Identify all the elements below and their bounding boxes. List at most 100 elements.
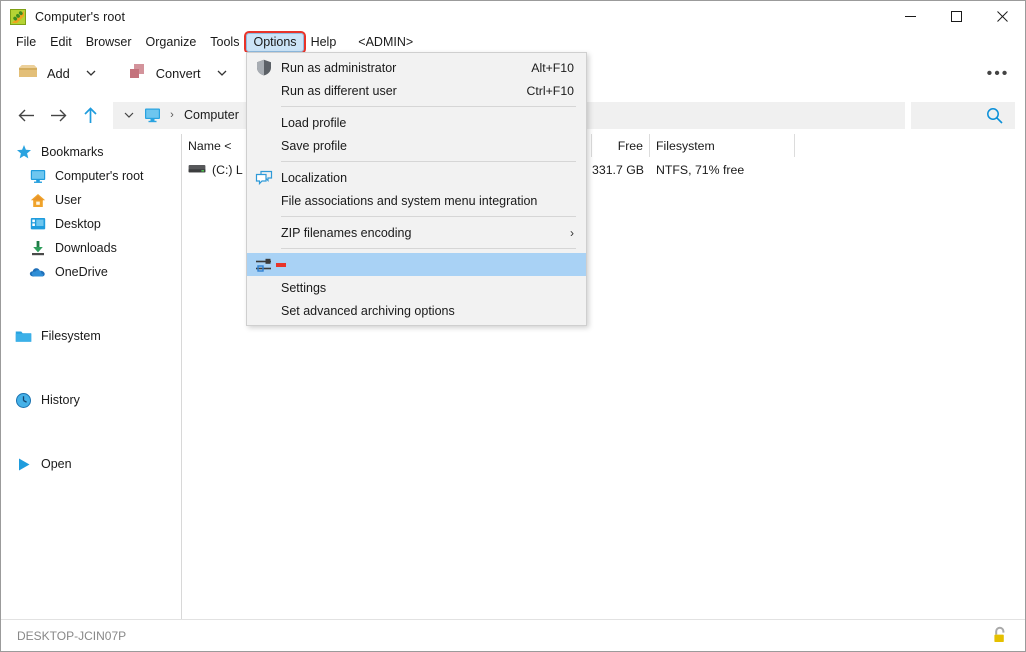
- sidebar-item-downloads[interactable]: Downloads: [1, 236, 181, 260]
- add-dropdown-button[interactable]: [78, 57, 104, 91]
- folder-icon: [15, 328, 32, 345]
- up-arrow-icon: [83, 107, 98, 124]
- convert-dropdown-button[interactable]: [209, 57, 235, 91]
- sidebar-spacer: [1, 304, 181, 324]
- sidebar: Bookmarks Computer's root: [1, 134, 182, 619]
- menu-admin[interactable]: <ADMIN>: [351, 33, 420, 52]
- breadcrumb-path: Computer: [180, 108, 243, 122]
- peazip-icon: [10, 9, 26, 25]
- menu-item-label: Load profile: [281, 116, 346, 130]
- menu-item-label: File associations and system menu integr…: [281, 194, 537, 208]
- status-hostname: DESKTOP-JCIN07P: [17, 629, 126, 643]
- application-window: Computer's root File Edit B: [0, 0, 1026, 652]
- chevron-down-icon: [124, 112, 134, 119]
- window-title: Computer's root: [35, 10, 125, 24]
- column-header-6[interactable]: [795, 134, 1025, 157]
- sidebar-item-filesystem[interactable]: Filesystem: [1, 324, 181, 348]
- menu-item-set-advanced-extraction-options[interactable]: Set advanced archiving options: [247, 299, 586, 322]
- menu-separator: [281, 216, 576, 217]
- cell-free: 331.7 GB: [592, 158, 650, 182]
- toolbar-overflow-button[interactable]: •••: [983, 59, 1013, 89]
- sidebar-spacer: [1, 284, 181, 304]
- star-icon: [15, 144, 32, 161]
- menu-item-run-as-different-user[interactable]: Run as different user Ctrl+F10: [247, 79, 586, 102]
- sidebar-spacer: [1, 348, 181, 368]
- menu-item-save-profile[interactable]: Save profile: [247, 134, 586, 157]
- column-header-filesystem[interactable]: Filesystem: [650, 134, 795, 157]
- title-bar: Computer's root: [1, 1, 1025, 32]
- desktop-icon: [29, 216, 46, 233]
- menu-item-label: Save profile: [281, 139, 347, 153]
- add-button[interactable]: Add: [9, 57, 78, 91]
- maximize-icon: [951, 11, 962, 22]
- menu-options[interactable]: Options: [246, 33, 303, 52]
- sidebar-spacer: [1, 368, 181, 388]
- unlocked-padlock-icon: [991, 626, 1009, 645]
- back-arrow-icon: [18, 108, 35, 123]
- menu-separator: [281, 161, 576, 162]
- forward-arrow-icon: [50, 108, 67, 123]
- menu-help[interactable]: Help: [304, 33, 344, 52]
- sidebar-item-computers-root[interactable]: Computer's root: [1, 164, 181, 188]
- chevron-down-icon: [217, 70, 227, 77]
- sidebar-item-bookmarks[interactable]: Bookmarks: [1, 140, 181, 164]
- menu-item-label: Set advanced archiving options: [281, 304, 455, 318]
- maximize-button[interactable]: [933, 1, 979, 32]
- sidebar-spacer: [1, 412, 181, 432]
- sidebar-item-label: Downloads: [55, 241, 117, 255]
- menu-separator: [281, 106, 576, 107]
- status-lock-button[interactable]: [991, 626, 1009, 645]
- menu-bar: File Edit Browser Organize Tools Options…: [1, 32, 1025, 52]
- menu-file[interactable]: File: [9, 33, 43, 52]
- convert-label: Convert: [156, 66, 201, 81]
- sliders-icon: [255, 256, 273, 274]
- sidebar-item-onedrive[interactable]: OneDrive: [1, 260, 181, 284]
- menu-edit[interactable]: Edit: [43, 33, 79, 52]
- sidebar-item-label: Bookmarks: [41, 145, 104, 159]
- sidebar-item-desktop[interactable]: Desktop: [1, 212, 181, 236]
- breadcrumb-history-button[interactable]: [118, 103, 140, 128]
- close-icon: [997, 11, 1008, 22]
- menu-organize[interactable]: Organize: [139, 33, 204, 52]
- menu-item-zip-filenames-encoding[interactable]: ZIP filenames encoding ›: [247, 221, 586, 244]
- sidebar-item-label: Desktop: [55, 217, 101, 231]
- menu-item-localization[interactable]: Localization: [247, 166, 586, 189]
- add-box-icon: [17, 60, 39, 87]
- sidebar-item-label: OneDrive: [55, 265, 108, 279]
- shield-icon: [255, 59, 273, 77]
- search-icon: [986, 107, 1003, 124]
- computer-monitor-icon: [140, 103, 164, 128]
- sidebar-item-label: History: [41, 393, 80, 407]
- menu-tools[interactable]: Tools: [203, 33, 246, 52]
- menu-item-file-associations[interactable]: File associations and system menu integr…: [247, 189, 586, 212]
- menu-item-settings[interactable]: [247, 253, 586, 276]
- close-button[interactable]: [979, 1, 1025, 32]
- speech-bubbles-icon: [255, 169, 273, 187]
- column-header-free[interactable]: Free: [592, 134, 650, 157]
- play-triangle-icon: [15, 456, 32, 473]
- computer-monitor-icon: [29, 168, 46, 185]
- up-button[interactable]: [75, 100, 105, 130]
- menu-item-load-profile[interactable]: Load profile: [247, 111, 586, 134]
- sidebar-item-open[interactable]: Open: [1, 452, 181, 476]
- sidebar-item-label: Filesystem: [41, 329, 101, 343]
- sidebar-item-user[interactable]: User: [1, 188, 181, 212]
- chevron-down-icon: [86, 70, 96, 77]
- minimize-button[interactable]: [887, 1, 933, 32]
- menu-browser[interactable]: Browser: [79, 33, 139, 52]
- cell-name-text: (C:) L: [212, 163, 243, 177]
- menu-item-label: Settings: [281, 281, 326, 295]
- search-input[interactable]: [911, 102, 1015, 129]
- forward-button[interactable]: [43, 100, 73, 130]
- sidebar-item-label: User: [55, 193, 81, 207]
- menu-item-set-advanced-archiving-options[interactable]: Settings: [247, 276, 586, 299]
- clock-icon: [15, 392, 32, 409]
- menu-item-label: Localization: [281, 171, 347, 185]
- status-bar: DESKTOP-JCIN07P: [1, 619, 1025, 651]
- menu-item-run-as-administrator[interactable]: Run as administrator Alt+F10: [247, 56, 586, 79]
- sidebar-item-history[interactable]: History: [1, 388, 181, 412]
- menu-item-label: Run as administrator: [281, 61, 396, 75]
- convert-button[interactable]: Convert: [118, 57, 209, 91]
- menu-item-label: Run as different user: [281, 84, 397, 98]
- back-button[interactable]: [11, 100, 41, 130]
